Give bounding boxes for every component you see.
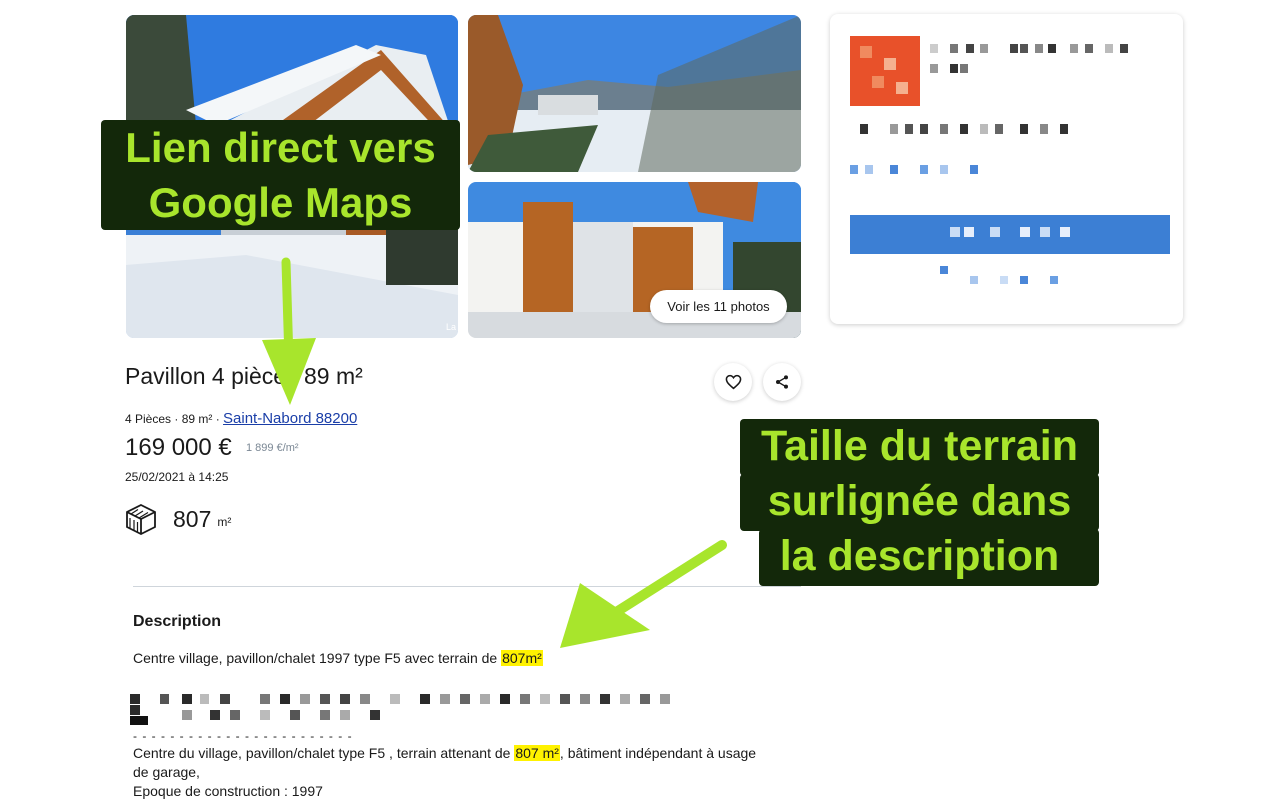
maps-callout-line-1: Lien direct vers <box>125 124 436 171</box>
description-line-2: Centre du village, pavillon/chalet type … <box>133 745 756 761</box>
description-line-1-text: Centre village, pavillon/chalet 1997 typ… <box>133 650 502 666</box>
land-size-row: 807 m² <box>125 503 231 536</box>
maps-link-callout: Lien direct vers Google Maps <box>101 120 460 230</box>
land-size-callout: Taille du terrain surlignée dans la desc… <box>740 419 1099 586</box>
view-all-photos-label: Voir les 11 photos <box>667 299 770 314</box>
censored-card-footer <box>940 266 1058 284</box>
section-divider <box>133 586 801 587</box>
censored-text-block <box>130 694 670 725</box>
listing-meta: 4 Pièces · 89 m² · Saint-Nabord 88200 <box>125 410 357 427</box>
land-size-unit: m² <box>217 514 232 529</box>
censored-button-label <box>950 227 1070 237</box>
listing-title: Pavillon 4 pièces 89 m² <box>125 363 363 389</box>
description-line-2-suffix: , bâtiment indépendant à usage <box>559 745 757 761</box>
share-icon <box>776 375 788 389</box>
terrain-callout-line-2: surlignée dans <box>767 477 1072 525</box>
contact-seller-button[interactable] <box>850 215 1170 254</box>
maps-callout-line-2: Google Maps <box>148 179 413 226</box>
heart-icon <box>725 374 741 390</box>
censored-seller-name <box>930 44 1128 73</box>
land-plot-icon <box>126 503 156 536</box>
view-all-photos-button[interactable]: Voir les 11 photos <box>650 290 787 323</box>
village-view-photo <box>468 15 801 172</box>
favorite-button[interactable] <box>714 363 752 401</box>
description-separator: - - - - - - - - - - - - - - - - - - - - … <box>133 729 353 743</box>
listing-price: 169 000 € <box>125 434 232 461</box>
land-size-value: 807 <box>173 506 212 532</box>
terrain-callout-line-3: la description <box>779 532 1060 580</box>
listing-meta-summary: 4 Pièces · 89 m² · <box>125 412 224 426</box>
censored-seller-info <box>860 124 1068 134</box>
censored-seller-link <box>850 165 978 174</box>
description-line-2-text: Centre du village, pavillon/chalet type … <box>133 745 515 761</box>
land-size-highlight: 807m² <box>501 650 543 666</box>
description-heading: Description <box>133 613 222 630</box>
seller-card <box>830 14 1183 324</box>
price-per-m2: 1 899 €/m² <box>246 442 299 454</box>
secondary-photo-top[interactable] <box>468 15 801 172</box>
photo-credit: La <box>445 322 456 332</box>
description-line-4: Epoque de construction : 1997 <box>133 783 323 799</box>
description-line-1: Centre village, pavillon/chalet 1997 typ… <box>133 650 543 666</box>
land-size-highlight-2: 807 m² <box>514 745 560 761</box>
secondary-photo-bottom[interactable]: Voir les 11 photos <box>468 182 801 338</box>
terrain-callout-line-1: Taille du terrain <box>761 422 1078 470</box>
description-line-3: de garage, <box>133 764 200 780</box>
share-button[interactable] <box>763 363 801 401</box>
location-maps-link[interactable]: Saint-Nabord 88200 <box>223 410 357 427</box>
listing-date: 25/02/2021 à 14:25 <box>125 470 229 484</box>
seller-avatar <box>850 36 920 106</box>
arrow-to-highlight <box>560 540 727 648</box>
